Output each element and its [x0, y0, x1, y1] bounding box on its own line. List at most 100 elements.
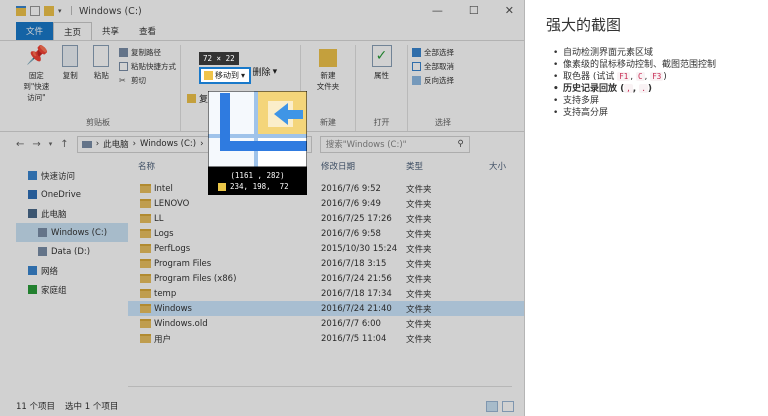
homegroup-icon	[28, 285, 37, 294]
tab-file[interactable]: 文件	[16, 22, 54, 40]
drive-icon	[81, 140, 92, 148]
paste-button[interactable]: 粘贴	[88, 45, 115, 117]
drive-icon	[38, 247, 47, 256]
select-all-button[interactable]: 全部选择	[412, 47, 454, 58]
rgb-value: 234, 198, 72	[230, 182, 289, 191]
file-type: 文件夹	[406, 199, 432, 210]
explorer-icon	[16, 6, 26, 16]
tab-view[interactable]: 查看	[129, 22, 166, 40]
shortcut-key: ,	[624, 84, 633, 93]
table-row[interactable]: temp 2016/7/18 17:34 文件夹	[128, 286, 524, 301]
invert-selection-button[interactable]: 反向选择	[412, 75, 454, 86]
tab-share[interactable]: 共享	[92, 22, 129, 40]
file-rows: Intel 2016/7/6 9:52 文件夹 LENOVO 2016/7/6 9:49…	[128, 181, 524, 346]
delete-label: 删除	[252, 68, 271, 78]
crumb-drive[interactable]: Windows (C:)	[140, 139, 196, 149]
nav-item[interactable]: 家庭组	[16, 280, 128, 299]
maximize-icon[interactable]: ☐	[469, 4, 479, 17]
nav-item[interactable]: Windows (C:)	[16, 223, 128, 242]
folder-icon	[319, 49, 337, 67]
cut-label: 剪切	[131, 76, 146, 85]
feature-item: 支持多屏	[553, 95, 761, 107]
large-icons-view-icon[interactable]	[502, 401, 514, 412]
select-none-button[interactable]: 全部取消	[412, 61, 454, 72]
file-name: temp	[154, 288, 177, 299]
new-folder-icon[interactable]	[44, 6, 54, 16]
properties-button[interactable]: ✓ 属性	[367, 45, 397, 117]
status-bar: 11 个项目 选中 1 个项目	[0, 396, 524, 416]
new-group-label: 新建	[320, 118, 336, 127]
paste-shortcut-label: 粘贴快捷方式	[131, 62, 176, 71]
crumb-this-pc[interactable]: 此电脑	[103, 138, 129, 150]
paste-shortcut-button[interactable]: 粘贴快捷方式	[119, 61, 176, 72]
star-icon	[28, 171, 37, 180]
magnifier: (1161 , 282) 234, 198, 72	[208, 91, 307, 195]
pin-icon: 📌	[26, 45, 49, 66]
feature-item: 取色器 (试试 F1, C, F3)	[553, 71, 761, 83]
new-folder-button[interactable]: 新建 文件夹	[308, 45, 348, 117]
table-row[interactable]: 用户 2016/7/5 11:04 文件夹	[128, 331, 524, 346]
shortcut-key: C	[636, 72, 645, 81]
column-size[interactable]: 大小	[489, 160, 506, 172]
up-icon[interactable]: ↑	[60, 139, 68, 150]
search-icon: ⚲	[457, 139, 464, 149]
minimize-icon[interactable]: —	[432, 4, 443, 17]
table-row[interactable]: LENOVO 2016/7/6 9:49 文件夹	[128, 196, 524, 211]
table-row[interactable]: Windows.old 2016/7/7 6:00 文件夹	[128, 316, 524, 331]
search-input[interactable]: 搜索"Windows (C:)" ⚲	[319, 135, 470, 153]
column-type[interactable]: 类型	[406, 160, 423, 172]
column-date[interactable]: 修改日期	[321, 160, 355, 172]
navigation-pane: 快速访问 OneDrive 此电脑 Windows (C:) Data (D:) 网络 家庭…	[0, 158, 128, 396]
properties-icon[interactable]	[30, 6, 40, 16]
computer-icon	[28, 209, 37, 218]
details-view-icon[interactable]	[486, 401, 498, 412]
magnifier-info: (1161 , 282) 234, 198, 72	[208, 167, 307, 195]
shortcut-key: F1	[617, 72, 631, 81]
tab-home[interactable]: 主页	[53, 22, 93, 40]
select-all-icon	[412, 48, 421, 57]
table-row[interactable]: PerfLogs 2015/10/30 15:24 文件夹	[128, 241, 524, 256]
column-name[interactable]: 名称	[138, 160, 155, 172]
file-name: Windows.old	[154, 318, 208, 329]
dropdown-icon[interactable]: ▾	[58, 6, 64, 16]
back-icon[interactable]: ←	[16, 139, 24, 150]
horizontal-scrollbar[interactable]	[128, 386, 512, 396]
nav-item[interactable]: 此电脑	[16, 204, 128, 223]
properties-label: 属性	[374, 71, 389, 80]
file-name: Intel	[154, 183, 173, 194]
folder-icon	[140, 229, 151, 238]
folder-icon	[140, 214, 151, 223]
feature-item: 支持高分屏	[553, 107, 761, 119]
table-row[interactable]: Windows 2016/7/24 21:40 文件夹	[128, 301, 524, 316]
nav-item[interactable]: 网络	[16, 261, 128, 280]
file-date: 2016/7/6 9:49	[321, 198, 381, 209]
copy-button[interactable]: 复制	[57, 45, 84, 117]
forward-icon[interactable]: →	[32, 139, 40, 150]
table-row[interactable]: LL 2016/7/25 17:26 文件夹	[128, 211, 524, 226]
table-row[interactable]: Logs 2016/7/6 9:58 文件夹	[128, 226, 524, 241]
shortcut-key: F3	[650, 72, 664, 81]
open-group: ✓ 属性 打开	[356, 45, 408, 131]
search-placeholder: 搜索"Windows (C:)"	[325, 140, 407, 150]
pin-button[interactable]: 📌 固定到"快速访问"	[20, 45, 53, 117]
copy-path-button[interactable]: 复制路径	[119, 47, 176, 58]
file-type: 文件夹	[406, 304, 432, 315]
nav-item[interactable]: Data (D:)	[16, 242, 128, 261]
folder-icon	[140, 199, 151, 208]
nav-item[interactable]: OneDrive	[16, 185, 128, 204]
table-row[interactable]: Intel 2016/7/6 9:52 文件夹	[128, 181, 524, 196]
table-row[interactable]: Program Files 2016/7/18 3:15 文件夹	[128, 256, 524, 271]
drive-icon	[38, 228, 47, 237]
close-icon[interactable]: ✕	[505, 4, 514, 17]
select-none-label: 全部取消	[424, 62, 454, 71]
clipboard-group-label: 剪贴板	[86, 118, 110, 127]
recent-icon[interactable]: ▾	[49, 140, 53, 148]
file-date: 2016/7/18 3:15	[321, 258, 387, 269]
paste-icon	[93, 45, 110, 67]
cut-button[interactable]: ✂ 剪切	[119, 75, 176, 86]
nav-item-label: Windows (C:)	[51, 227, 108, 238]
table-row[interactable]: Program Files (x86) 2016/7/24 21:56 文件夹	[128, 271, 524, 286]
move-to-button[interactable]: 移动到 ▾	[199, 67, 251, 84]
nav-item[interactable]: 快速访问	[16, 166, 128, 185]
window-controls: — ☐ ✕	[432, 4, 514, 17]
